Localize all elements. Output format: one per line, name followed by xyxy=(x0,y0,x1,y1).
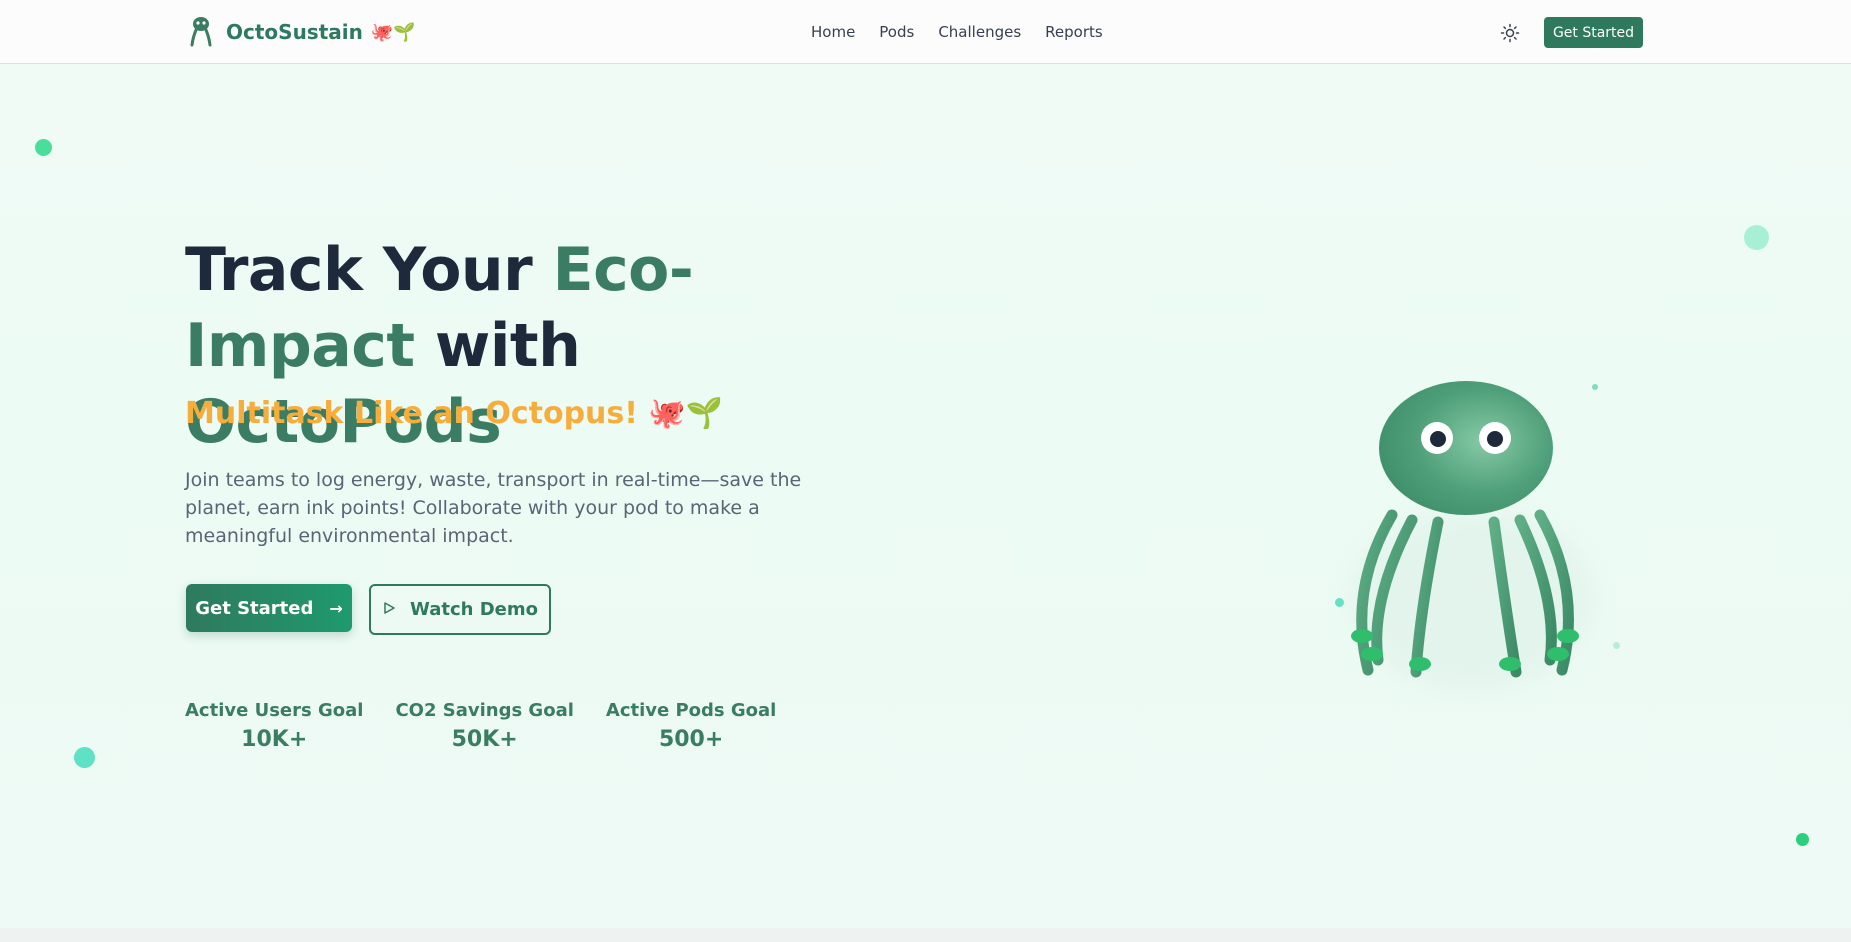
hero-description: Join teams to log energy, waste, transpo… xyxy=(185,469,802,547)
header-get-started-button[interactable]: Get Started xyxy=(1544,17,1643,48)
stat-value: 500+ xyxy=(658,727,724,752)
stats-row: Active Users Goal 10K+ CO2 Savings Goal … xyxy=(185,700,808,752)
nav-reports[interactable]: Reports xyxy=(1045,20,1103,44)
stat-co2-savings: CO2 Savings Goal 50K+ xyxy=(395,700,573,752)
nav-pods[interactable]: Pods xyxy=(879,20,914,44)
sun-icon[interactable] xyxy=(1499,22,1521,44)
watch-demo-label: Watch Demo xyxy=(410,599,538,620)
nav-home[interactable]: Home xyxy=(811,20,855,44)
hero-tagline: Multitask Like an Octopus! 🐙🌱 xyxy=(185,396,724,431)
stat-value: 50K+ xyxy=(451,727,518,752)
nav-links: Home Pods Challenges Reports xyxy=(811,20,1127,44)
title-accent: Eco- xyxy=(552,235,694,305)
stat-label: CO2 Savings Goal xyxy=(395,700,574,721)
brand-emoji: 🐙🌱 xyxy=(370,21,416,43)
octopus-mascot-illustration xyxy=(1320,370,1640,710)
stat-active-users: Active Users Goal 10K+ xyxy=(185,700,363,752)
decorative-dot xyxy=(35,139,52,156)
stat-label: Active Users Goal xyxy=(185,700,364,721)
title-part: Track Your xyxy=(185,235,553,305)
brand-name: OctoSustain xyxy=(226,20,363,44)
stat-active-pods: Active Pods Goal 500+ xyxy=(606,700,776,752)
octopus-logo-icon xyxy=(186,15,216,49)
stat-label: Active Pods Goal xyxy=(605,700,777,721)
play-icon xyxy=(382,601,396,619)
decorative-dot xyxy=(1744,225,1769,250)
title-accent: Impact xyxy=(185,311,415,381)
nav-challenges[interactable]: Challenges xyxy=(938,20,1021,44)
title-part: with xyxy=(414,311,581,381)
get-started-button[interactable]: Get Started → xyxy=(186,584,352,632)
watch-demo-button[interactable]: Watch Demo xyxy=(369,584,551,635)
decorative-dot xyxy=(1796,833,1809,846)
decorative-dot xyxy=(74,747,95,768)
top-navbar: OctoSustain 🐙🌱 Home Pods Challenges Repo… xyxy=(0,0,1851,64)
get-started-label: Get Started xyxy=(195,597,314,619)
brand[interactable]: OctoSustain 🐙🌱 xyxy=(186,10,416,54)
stat-value: 10K+ xyxy=(241,727,308,752)
arrow-right-icon: → xyxy=(329,598,343,618)
section-divider xyxy=(0,928,1851,942)
